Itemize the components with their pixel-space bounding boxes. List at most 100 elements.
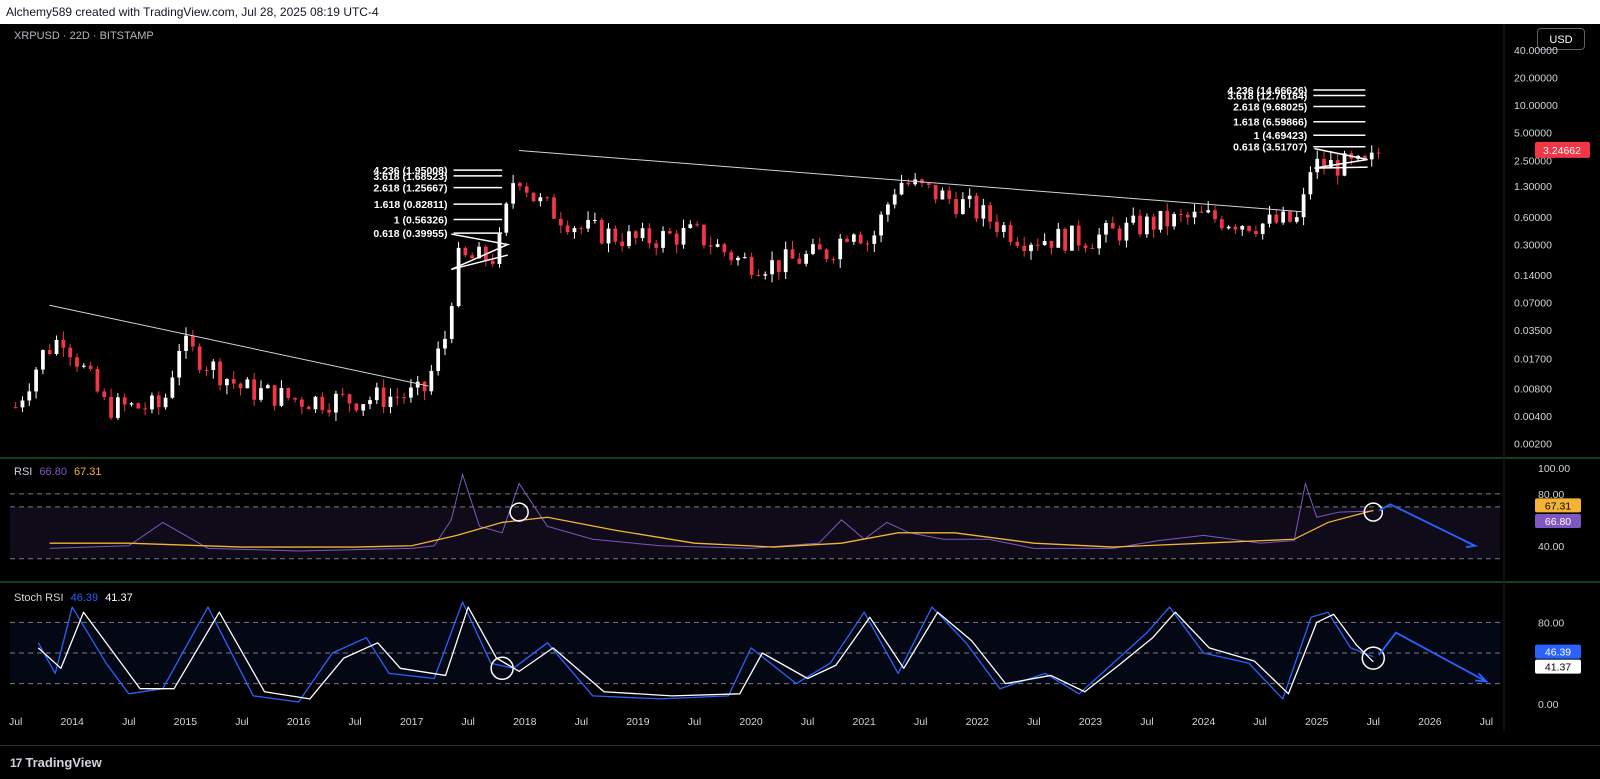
candle-body — [933, 184, 938, 200]
x-tick-label: Jul — [9, 716, 22, 728]
candle-body — [436, 348, 441, 371]
candle-body — [245, 379, 250, 389]
candle-body — [143, 408, 148, 410]
candle-body — [381, 387, 386, 408]
price-tick-label: 0.00400 — [1514, 411, 1552, 423]
candle-body — [218, 361, 222, 386]
stoch-d-value: 41.37 — [105, 592, 133, 604]
candle-body — [783, 249, 788, 273]
candle-body — [225, 379, 229, 386]
price-tick-label: 5.00000 — [1514, 128, 1552, 140]
x-tick-label: 2025 — [1305, 716, 1329, 728]
candle-body — [886, 204, 890, 215]
candle-body — [449, 306, 454, 339]
candle-body — [824, 249, 829, 260]
candle-body — [681, 228, 686, 245]
stoch-legend: Stoch RSI 46.39 41.37 — [14, 592, 133, 604]
x-tick-label: 2017 — [400, 716, 424, 728]
last-price-label: 3.24662 — [1543, 145, 1581, 157]
candle-body — [1056, 228, 1061, 248]
candle-body — [940, 190, 945, 200]
candle-body — [1240, 226, 1245, 230]
candle-body — [1165, 210, 1170, 227]
candle-body — [1369, 152, 1374, 160]
candle-body — [354, 403, 359, 411]
candle-body — [667, 231, 672, 234]
candle-body — [518, 183, 522, 187]
candle-body — [238, 383, 243, 389]
x-tick-label: 2021 — [852, 716, 876, 728]
candle-body — [586, 219, 590, 229]
candle-body — [170, 377, 175, 398]
candle-body — [136, 403, 141, 409]
x-tick-label: Jul — [1140, 716, 1153, 728]
price-tick-label: 0.14000 — [1514, 270, 1552, 282]
x-tick-label: 2020 — [739, 716, 763, 728]
candle-body — [340, 393, 345, 395]
candle-body — [252, 379, 257, 400]
candle-body — [947, 190, 952, 200]
fib-level-label: 3.618 (1.68523) — [373, 171, 447, 183]
candle-body — [1199, 211, 1204, 213]
candle-body — [565, 225, 570, 233]
x-tick-label: Jul — [575, 716, 588, 728]
candle-body — [777, 260, 781, 273]
candle-body — [1063, 228, 1067, 251]
rsi-value: 66.80 — [39, 466, 67, 478]
candle-body — [715, 244, 720, 247]
candle-body — [763, 274, 768, 276]
candle-body — [211, 361, 216, 370]
candle-body — [954, 199, 958, 215]
candle-body — [320, 396, 325, 410]
candle-body — [995, 221, 999, 232]
candle-body — [122, 397, 127, 405]
stoch-k-tag-label: 46.39 — [1545, 647, 1571, 659]
candle-body — [695, 224, 699, 226]
candle-body — [858, 234, 863, 244]
trendline — [519, 149, 1306, 213]
candle-body — [156, 395, 161, 408]
x-tick-label: 2014 — [61, 716, 85, 728]
candle-body — [347, 394, 352, 404]
price-tick-label: 1.30000 — [1514, 181, 1552, 193]
candle-body — [1131, 215, 1136, 223]
candle-body — [770, 260, 774, 275]
candle-body — [1090, 248, 1095, 250]
price-tick-label: 0.30000 — [1514, 239, 1552, 251]
candle-body — [259, 388, 263, 400]
footer-bar: 17 TradingView — [0, 745, 1600, 779]
candle-body — [531, 192, 536, 202]
candle-body — [892, 194, 897, 205]
candle-body — [1185, 214, 1190, 218]
candle-body — [736, 257, 740, 261]
candle-body — [1144, 216, 1149, 235]
candle-body — [688, 224, 693, 229]
candle-body — [1308, 172, 1313, 195]
tradingview-logo[interactable]: 17 TradingView — [10, 755, 102, 770]
candle-body — [538, 197, 543, 202]
candle-body — [1267, 214, 1272, 224]
candle-body — [1288, 211, 1292, 222]
candle-body — [1124, 222, 1129, 241]
candle-body — [960, 199, 965, 215]
candle-body — [797, 258, 802, 264]
tradingview-mark-icon: 17 — [10, 755, 22, 770]
candle-body — [811, 244, 815, 254]
candle-body — [593, 219, 597, 221]
candle-body — [286, 387, 291, 398]
candle-body — [981, 205, 986, 219]
chart-canvas[interactable]: 40.0000020.0000010.000005.000002.500001.… — [0, 24, 1600, 745]
candle-body — [47, 350, 52, 355]
fib-level-label: 1 (0.56326) — [394, 214, 448, 226]
fib-level-label: 0.618 (3.51707) — [1233, 142, 1307, 154]
x-tick-label: Jul — [688, 716, 701, 728]
price-tick-label: 0.03500 — [1514, 325, 1552, 337]
fib-level-label: 2.618 (9.68025) — [1233, 101, 1307, 113]
candle-body — [88, 365, 93, 369]
candle-body — [415, 381, 420, 388]
x-tick-label: 2016 — [287, 716, 311, 728]
candle-body — [1226, 226, 1231, 229]
candle-body — [572, 228, 577, 233]
candle-body — [845, 238, 849, 242]
rsi-tag-label: 66.80 — [1545, 516, 1571, 528]
